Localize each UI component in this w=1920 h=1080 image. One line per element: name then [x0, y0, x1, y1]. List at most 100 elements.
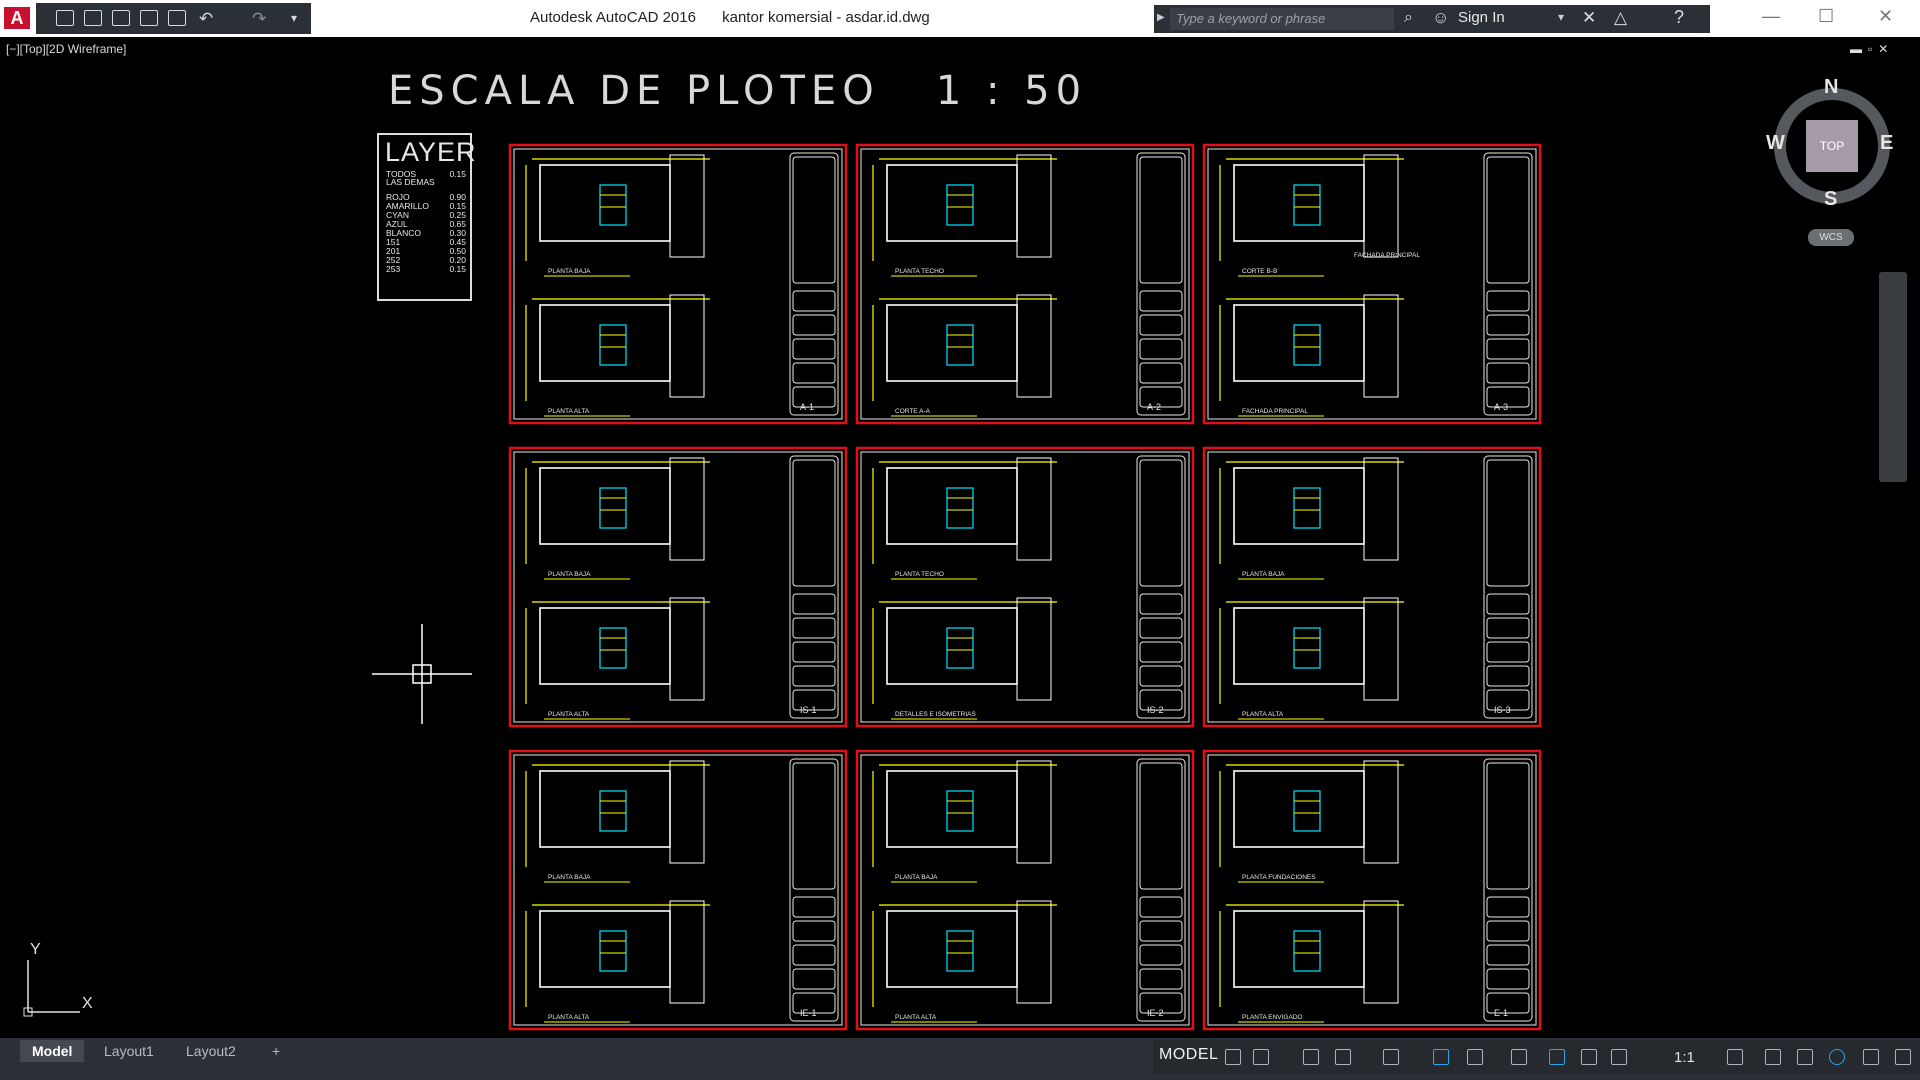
- drawing-sheet[interactable]: A-3 CORTE B-B FACHADA PRINCIPAL FACHADA PRI…: [1202, 143, 1542, 425]
- stair-block: [599, 790, 627, 832]
- drawing-sheet[interactable]: IE-2 PLANTA BAJA PLANTA ALTA: [855, 749, 1195, 1031]
- navigation-bar[interactable]: [1879, 272, 1907, 482]
- title-block-cell: [1139, 338, 1183, 360]
- model-space-button[interactable]: MODEL: [1159, 1046, 1218, 1064]
- sign-in-dropdown-icon[interactable]: ▾: [1558, 10, 1564, 24]
- isolate-objects-icon[interactable]: [1797, 1049, 1813, 1065]
- clean-screen-icon[interactable]: [1863, 1049, 1879, 1065]
- customize-qat-icon[interactable]: ▾: [291, 11, 297, 25]
- lineweight-icon[interactable]: [1511, 1049, 1527, 1065]
- new-icon[interactable]: [56, 10, 74, 26]
- drawing-sheet[interactable]: A-1 PLANTA BAJA PLANTA ALTA: [508, 143, 848, 425]
- plot-icon[interactable]: [168, 10, 186, 26]
- plan-annex: [669, 900, 705, 1004]
- snap-icon[interactable]: [1253, 1049, 1269, 1065]
- ortho-icon[interactable]: [1303, 1049, 1319, 1065]
- osnap-icon[interactable]: [1383, 1049, 1399, 1065]
- search-input[interactable]: Type a keyword or phrase: [1170, 8, 1394, 30]
- stair-block: [1293, 930, 1321, 972]
- compass-west[interactable]: W: [1766, 132, 1785, 155]
- title-block-notes: [792, 459, 836, 587]
- sheet-code: A-3: [1494, 402, 1508, 412]
- hardware-acceleration-icon[interactable]: [1829, 1049, 1845, 1065]
- drawing-sheet[interactable]: A-2 PLANTA TECHO CORTE A-A: [855, 143, 1195, 425]
- title-block-cell: [1486, 617, 1530, 639]
- layer-row-name: 253: [386, 264, 401, 274]
- plan-label: PLANTA TECHO: [895, 268, 944, 275]
- annotation-scale-icon[interactable]: [1611, 1049, 1627, 1065]
- plan-annex: [1363, 154, 1399, 258]
- stair-block: [946, 627, 974, 669]
- autocad-logo-icon[interactable]: A: [4, 7, 30, 29]
- sheet-code: IE-2: [1147, 1008, 1164, 1018]
- save-icon[interactable]: [112, 10, 130, 26]
- undo-icon[interactable]: ↶: [199, 9, 213, 29]
- sheet-code: A-2: [1147, 402, 1161, 412]
- title-block-cell: [792, 896, 836, 918]
- title-block-cell: [1486, 338, 1530, 360]
- title-block-notes: [1486, 762, 1530, 890]
- exchange-icon[interactable]: ✕: [1582, 8, 1596, 28]
- drawing-sheet[interactable]: IS-3 PLANTA BAJA PLANTA ALTA: [1202, 446, 1542, 728]
- add-layout-button[interactable]: +: [260, 1040, 292, 1062]
- ducs-icon[interactable]: [1467, 1049, 1483, 1065]
- plan-label: PLANTA ALTA: [548, 408, 590, 415]
- title-block-cell: [792, 968, 836, 990]
- drawing-sheet[interactable]: E-1 PLANTA FUNDACIONES PLANTA ENVIGADO: [1202, 749, 1542, 1031]
- drawing-canvas[interactable]: A-1 PLANTA BAJA PLANTA ALTA A-2 PLANTA TECHO…: [0, 37, 1920, 1037]
- plan-annex: [1016, 294, 1052, 398]
- stair-block: [1293, 487, 1321, 529]
- ucs-x-label: X: [82, 995, 93, 1012]
- plan-outline: [886, 607, 1018, 685]
- workspace-gear-icon[interactable]: [1727, 1049, 1743, 1065]
- drawing-sheet[interactable]: IE-1 PLANTA BAJA PLANTA ALTA: [508, 749, 848, 1031]
- viewcube[interactable]: N S E W TOP: [1766, 76, 1896, 211]
- help-icon[interactable]: ?: [1674, 7, 1684, 28]
- close-icon[interactable]: ✕: [1878, 6, 1893, 27]
- annotation-monitor-icon[interactable]: [1765, 1049, 1781, 1065]
- drawing-sheet[interactable]: IS-2 PLANTA TECHO DETALLES E ISOMETRIAS: [855, 446, 1195, 728]
- user-icon[interactable]: ☺: [1432, 8, 1449, 28]
- otrack-icon[interactable]: [1433, 1049, 1449, 1065]
- stair-block: [1293, 184, 1321, 226]
- app-name: Autodesk AutoCAD 2016: [530, 9, 696, 26]
- viewcube-top-face[interactable]: TOP: [1806, 120, 1858, 172]
- title-block: [1483, 455, 1533, 719]
- title-block: [1136, 455, 1186, 719]
- plan-annex: [669, 294, 705, 398]
- binoculars-icon[interactable]: ⌕: [1404, 9, 1413, 27]
- plan-label: FACHADA PRINCIPAL: [1354, 252, 1420, 259]
- drawing-sheet[interactable]: IS-1 PLANTA BAJA PLANTA ALTA: [508, 446, 848, 728]
- stair-block: [599, 184, 627, 226]
- minimize-icon[interactable]: —: [1762, 6, 1780, 27]
- compass-north[interactable]: N: [1824, 76, 1838, 99]
- plan-annex: [669, 154, 705, 258]
- plan-outline: [539, 304, 671, 382]
- plan-label: PLANTA TECHO: [895, 571, 944, 578]
- auto-scale-icon[interactable]: [1581, 1049, 1597, 1065]
- wcs-menu[interactable]: WCS: [1808, 229, 1854, 246]
- sign-in-button[interactable]: Sign In: [1458, 9, 1505, 26]
- compass-east[interactable]: E: [1880, 132, 1893, 155]
- polar-icon[interactable]: [1335, 1049, 1351, 1065]
- autodesk-360-icon[interactable]: △: [1614, 8, 1627, 28]
- tab-layout2[interactable]: Layout2: [174, 1040, 248, 1062]
- stair-block: [946, 790, 974, 832]
- compass-south[interactable]: S: [1824, 188, 1837, 211]
- redo-icon[interactable]: ↷: [252, 9, 266, 29]
- expand-icon[interactable]: ▶: [1157, 12, 1165, 23]
- maximize-icon[interactable]: ☐: [1818, 6, 1834, 27]
- tab-model[interactable]: Model: [20, 1040, 85, 1062]
- plan-annex: [1016, 760, 1052, 864]
- plot-scale-title: ESCALA DE PLOTEO 1 : 50: [388, 68, 1088, 114]
- plan-annex: [1363, 597, 1399, 701]
- annotation-visibility-icon[interactable]: [1549, 1049, 1565, 1065]
- title-block-cell: [1486, 896, 1530, 918]
- grid-icon[interactable]: [1225, 1049, 1241, 1065]
- annotation-scale-value[interactable]: 1:1: [1674, 1049, 1695, 1066]
- title-block-cell: [1139, 944, 1183, 966]
- open-icon[interactable]: [84, 10, 102, 26]
- customization-icon[interactable]: [1895, 1049, 1911, 1065]
- save-as-icon[interactable]: [140, 10, 158, 26]
- tab-layout1[interactable]: Layout1: [92, 1040, 166, 1062]
